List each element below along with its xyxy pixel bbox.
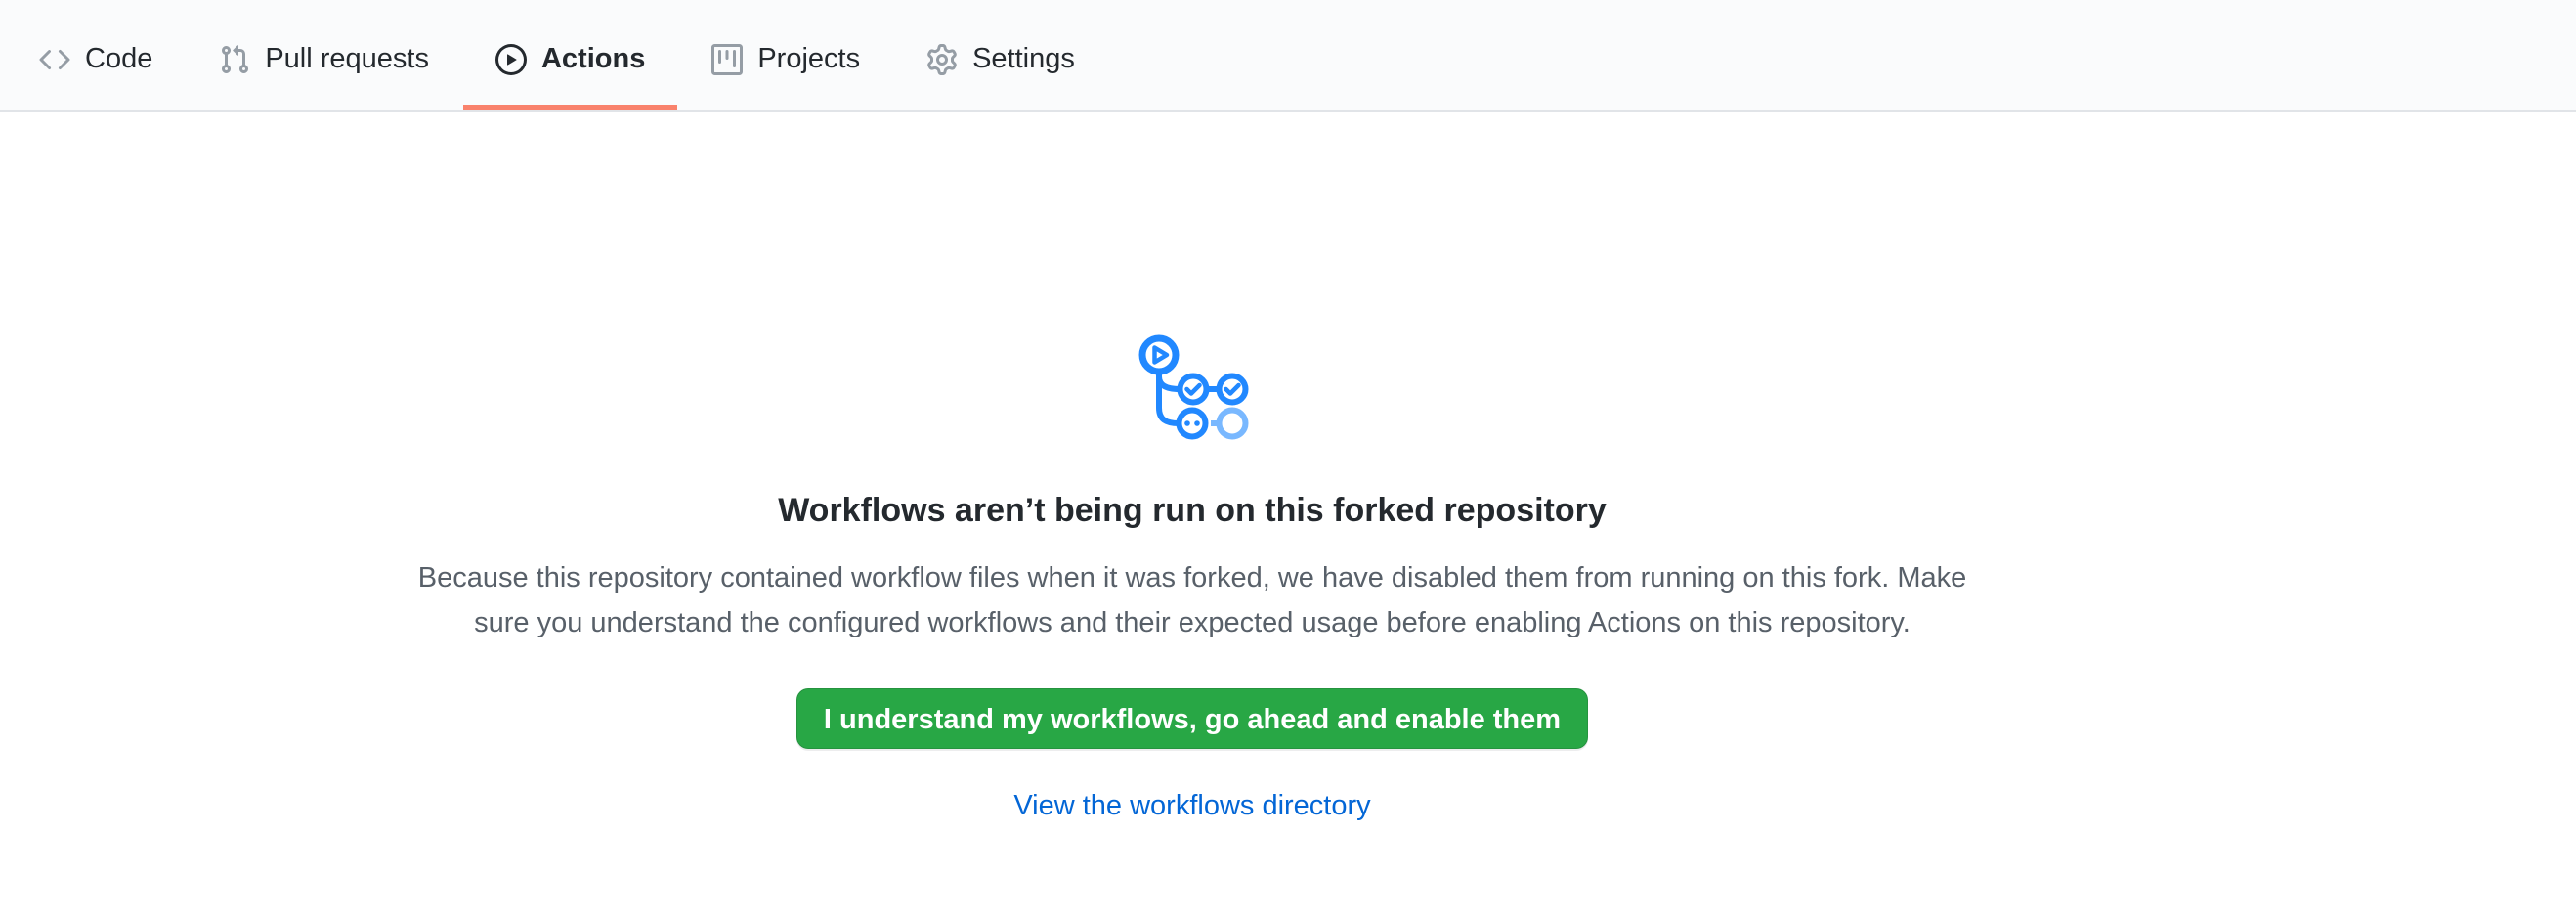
git-pull-request-icon [219, 44, 250, 75]
blankslate-description-line-1: Because this repository contained workfl… [0, 555, 2384, 600]
view-workflows-directory-link[interactable]: View the workflows directory [1013, 790, 1370, 821]
workflows-directory-link-row: View the workflows directory [0, 790, 2384, 822]
tab-projects[interactable]: Projects [679, 14, 892, 110]
tab-code[interactable]: Code [7, 14, 185, 110]
enable-workflows-button[interactable]: I understand my workflows, go ahead and … [796, 688, 1588, 749]
tab-pull-requests[interactable]: Pull requests [187, 14, 461, 110]
main-content: Workflows aren’t being run on this forke… [0, 112, 2384, 822]
tab-projects-label: Projects [757, 45, 860, 73]
project-icon [711, 44, 743, 75]
gear-icon [926, 44, 958, 75]
repo-tab-bar: Code Pull requests Actions Projects Sett… [0, 0, 2576, 112]
tab-actions-label: Actions [541, 45, 645, 73]
tab-settings[interactable]: Settings [894, 14, 1107, 110]
tab-code-label: Code [85, 45, 152, 73]
actions-disabled-blankslate: Workflows aren’t being run on this forke… [0, 112, 2384, 822]
workflow-graph-icon [1136, 333, 1250, 446]
tab-pull-requests-label: Pull requests [265, 45, 429, 73]
tab-settings-label: Settings [972, 45, 1075, 73]
blankslate-description-line-2: sure you understand the configured workf… [0, 600, 2384, 645]
blankslate-title: Workflows aren’t being run on this forke… [0, 491, 2384, 530]
tab-actions[interactable]: Actions [463, 14, 677, 110]
code-icon [39, 44, 70, 75]
blankslate-description: Because this repository contained workfl… [0, 555, 2384, 645]
play-icon [495, 44, 527, 75]
